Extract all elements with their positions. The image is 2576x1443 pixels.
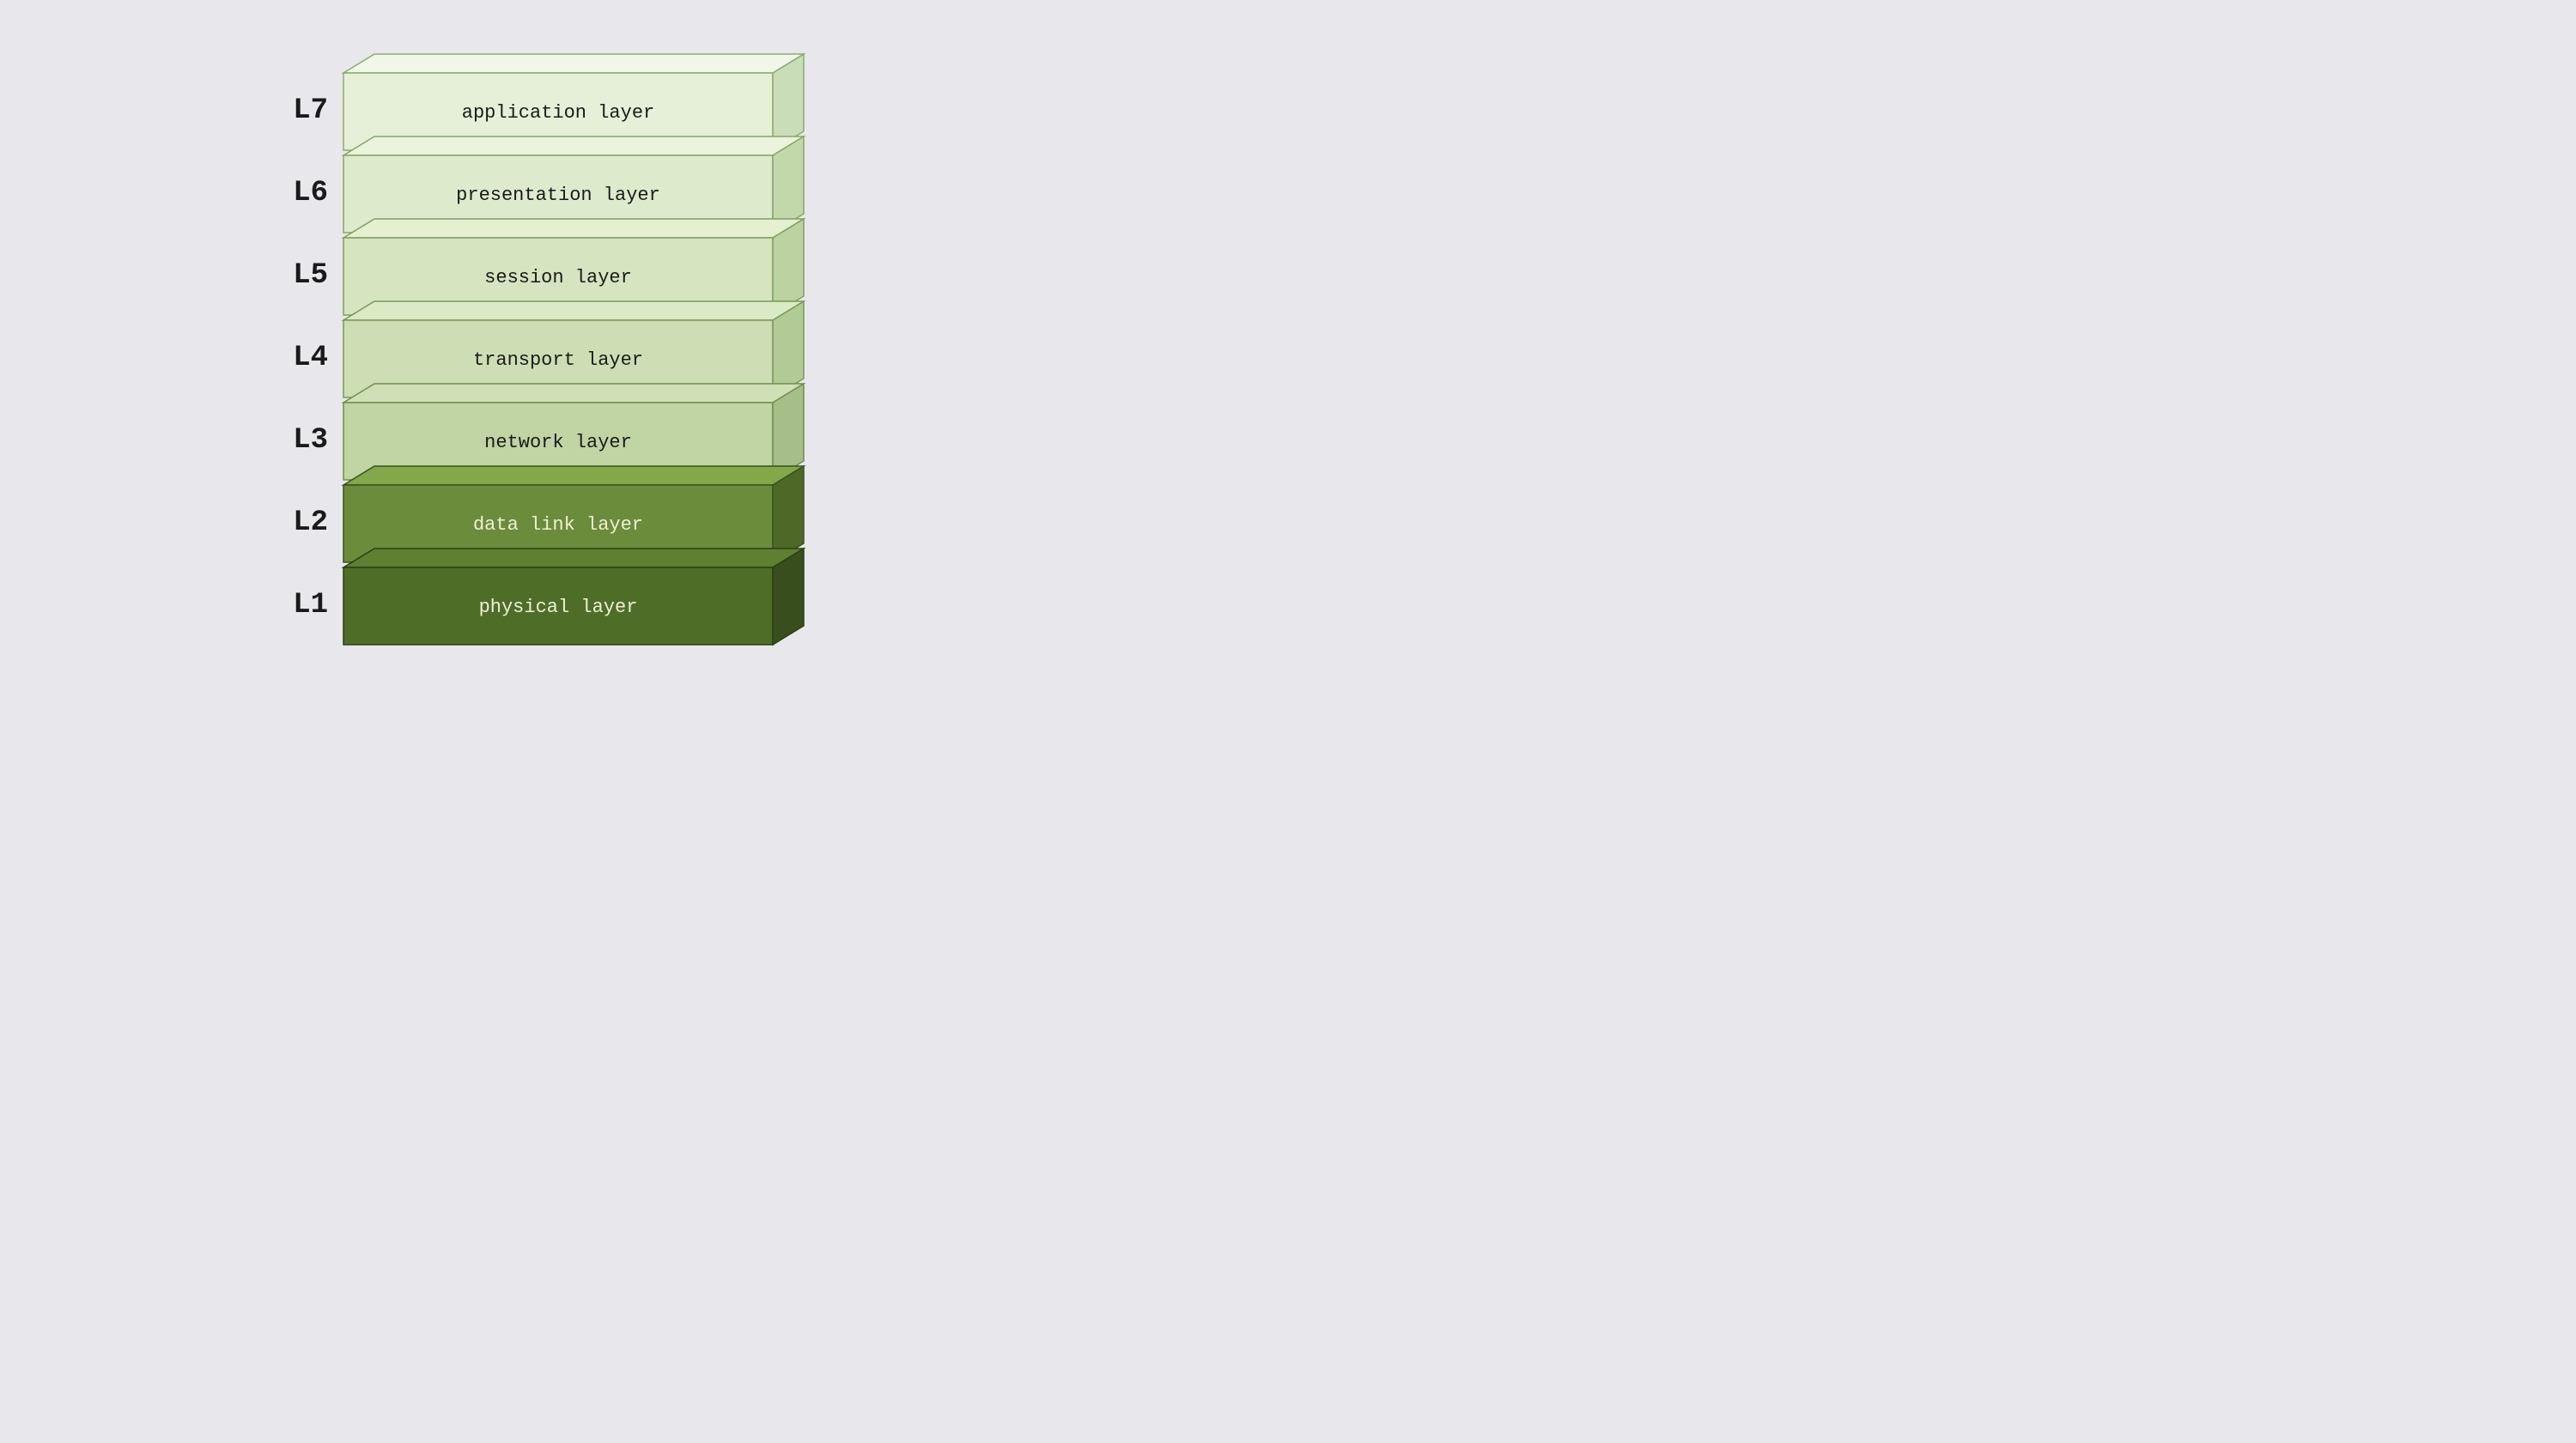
- osi-diagram: application layerL7presentation layerL6s…: [343, 54, 945, 667]
- layer-name-L1: physical layer: [479, 597, 638, 618]
- layer-label-L5: L5: [293, 259, 328, 292]
- layer-name-L6: presentation layer: [456, 185, 660, 206]
- layer-label-L4: L4: [293, 342, 328, 374]
- layer-group-L1: physical layer L1: [293, 549, 804, 645]
- layer-group-L3: network layer L3: [293, 384, 804, 480]
- layer-group-L6: presentation layer L6: [293, 136, 804, 233]
- layer-name-L4: transport layer: [473, 349, 643, 371]
- layer-group-L5: session layer L5: [293, 219, 804, 315]
- layer-name-L5: session layer: [484, 267, 632, 288]
- layer-name-L7: application layer: [462, 102, 654, 124]
- layer-label-L1: L1: [293, 589, 328, 621]
- layer-name-L2: data link layer: [473, 514, 643, 536]
- layer-name-L3: network layer: [484, 432, 632, 453]
- layer-group-L2: data link layer L2: [293, 466, 804, 562]
- layer-label-L3: L3: [293, 424, 328, 457]
- layer-label-L2: L2: [293, 506, 328, 539]
- layer-label-L6: L6: [293, 177, 328, 209]
- layer-label-L7: L7: [293, 94, 328, 127]
- layer-group-L4: transport layer L4: [293, 301, 804, 397]
- layer-group-L7: application layer L7: [293, 54, 804, 150]
